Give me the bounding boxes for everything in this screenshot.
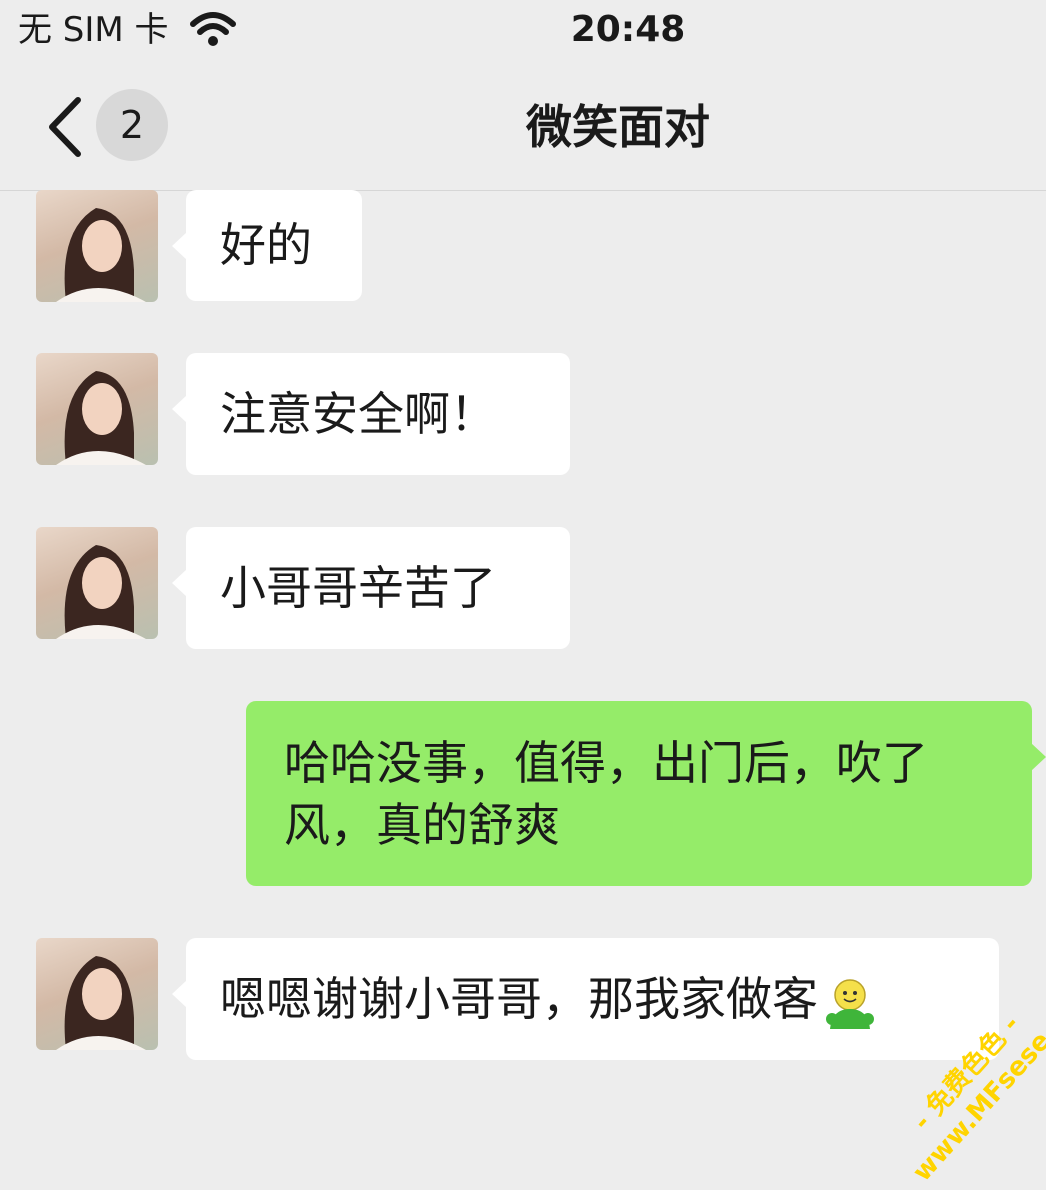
sent-message[interactable]: 哈哈没事，值得，出门后，吹了风，真的舒爽 [246, 701, 1046, 886]
contact-avatar[interactable] [36, 527, 158, 639]
smiley-emoji-icon [826, 978, 874, 1029]
contact-avatar[interactable] [36, 353, 158, 465]
received-message[interactable]: 嗯嗯谢谢小哥哥，那我家做客 [172, 938, 999, 1060]
received-message[interactable]: 好的 [172, 190, 362, 301]
chat-title: 微笑面对 [526, 100, 710, 154]
status-bar: 无 SIM 卡 20:48 [0, 0, 1046, 64]
message-text: 嗯嗯谢谢小哥哥，那我家做客 [220, 972, 818, 1026]
status-time: 20:48 [570, 9, 686, 50]
received-message[interactable]: 注意安全啊！ [172, 353, 570, 475]
contact-avatar[interactable] [36, 938, 158, 1050]
received-message[interactable]: 小哥哥辛苦了 [172, 527, 570, 649]
contact-avatar[interactable] [36, 190, 158, 302]
chat-header: 2 微笑面对 [0, 64, 1046, 191]
